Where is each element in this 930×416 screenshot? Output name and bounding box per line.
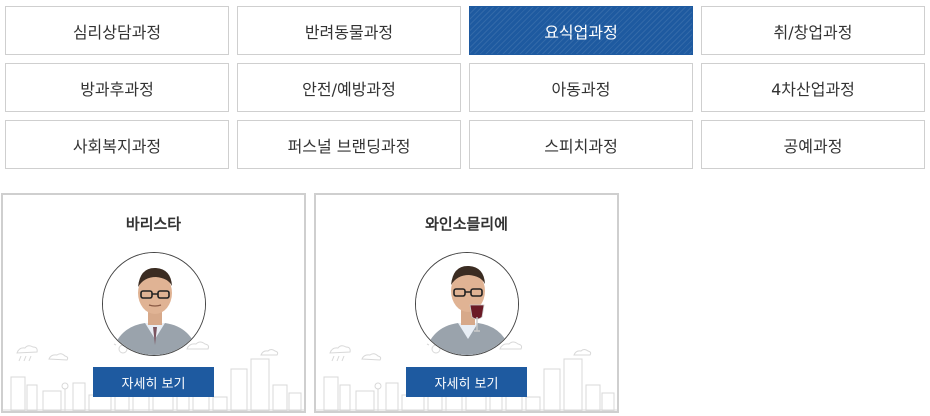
category-speech[interactable]: 스피치과정	[469, 120, 693, 169]
category-psychology-counseling[interactable]: 심리상담과정	[5, 6, 229, 55]
instructor-photo	[415, 252, 519, 356]
category-children[interactable]: 아동과정	[469, 63, 693, 112]
instructor-photo	[102, 252, 206, 356]
category-4th-industry[interactable]: 4차산업과정	[701, 63, 925, 112]
category-craft[interactable]: 공예과정	[701, 120, 925, 169]
category-food-service[interactable]: 요식업과정	[469, 6, 693, 55]
view-details-button[interactable]: 자세히 보기	[406, 367, 527, 397]
category-personal-branding[interactable]: 퍼스널 브랜딩과정	[237, 120, 461, 169]
category-employment-startup[interactable]: 취/창업과정	[701, 6, 925, 55]
course-card-barista[interactable]: 바리스타 자세히 보기	[1, 193, 306, 413]
category-after-school[interactable]: 방과후과정	[5, 63, 229, 112]
course-title: 와인소믈리에	[425, 215, 508, 233]
view-details-button[interactable]: 자세히 보기	[93, 367, 214, 397]
course-card-wine-sommelier[interactable]: 와인소믈리에 자세히 보기	[314, 193, 619, 413]
course-title: 바리스타	[125, 215, 182, 233]
category-grid: 심리상담과정 반려동물과정 요식업과정 취/창업과정 방과후과정 안전/예방과정…	[5, 6, 925, 169]
category-social-welfare[interactable]: 사회복지과정	[5, 120, 229, 169]
category-safety-prevention[interactable]: 안전/예방과정	[237, 63, 461, 112]
category-pet[interactable]: 반려동물과정	[237, 6, 461, 55]
